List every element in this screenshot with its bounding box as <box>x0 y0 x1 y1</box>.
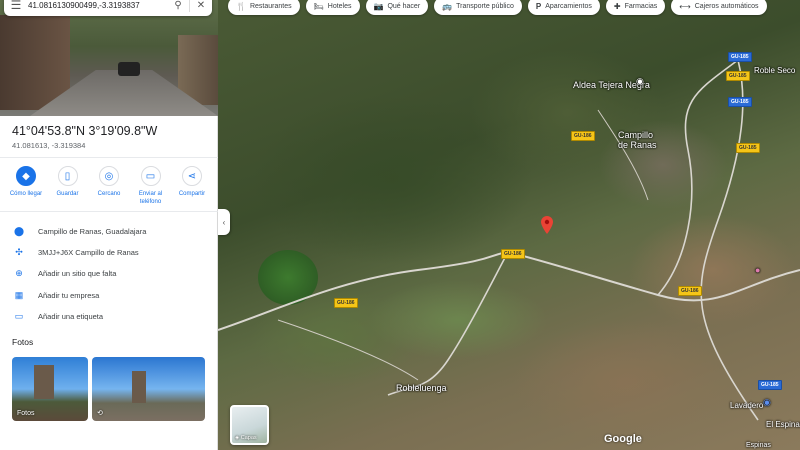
chip-aparcamientos[interactable]: P Aparcamientos <box>527 0 600 15</box>
info-add-label[interactable]: ▭ Añadir una etiqueta <box>12 308 103 324</box>
chip-restaurantes[interactable]: 🍴 Restaurantes <box>228 0 300 15</box>
map-label-robleluenga[interactable]: Robleluenga <box>396 383 447 393</box>
page-title: 41°04'53.8"N 3°19'09.8"W <box>12 124 158 138</box>
place-panel: ☰ 41.0816130900499,-3.3193837 ⚲ ✕ 41°04'… <box>0 0 218 450</box>
panorama-360-icon: ⟲ <box>97 410 103 417</box>
info-add-business[interactable]: ▦ Añadir tu empresa <box>12 287 100 303</box>
map-label-espinas[interactable]: Espinas <box>746 442 771 449</box>
action-buttons: ◆ Cómo llegar ▯ Guardar ◎ Cercano ▭ Envi… <box>6 166 212 206</box>
attraction-marker-icon[interactable]: ◉ <box>636 76 644 87</box>
chip-cajeros[interactable]: ⟷ Cajeros automáticos <box>671 0 767 15</box>
road-shield: GU-186 <box>678 286 702 296</box>
parking-icon: P <box>535 1 542 11</box>
google-logo: Google <box>604 433 642 445</box>
decimal-coordinates: 41.081613, -3.319384 <box>12 141 86 150</box>
camera-icon: 📷 <box>373 1 384 11</box>
send-to-phone-button[interactable]: ▭ Enviar al teléfono <box>131 166 171 206</box>
photo-thumbnail[interactable]: Fotos <box>12 357 88 421</box>
poi-marker-icon[interactable]: ◉ <box>763 397 771 408</box>
business-icon: ▦ <box>14 289 24 300</box>
layers-label: ◈ Capas <box>235 435 257 441</box>
nearby-icon: ◎ <box>99 166 119 186</box>
search-bar: ☰ 41.0816130900499,-3.3193837 ⚲ ✕ <box>4 0 212 16</box>
nearby-button[interactable]: ◎ Cercano <box>89 166 129 206</box>
close-icon[interactable]: ✕ <box>190 0 212 11</box>
road-shield: GU-185 <box>728 97 752 107</box>
plus-code-icon: ✣ <box>15 246 23 257</box>
road-shield: GU-186 <box>334 298 358 308</box>
chip-que-hacer[interactable]: 📷 Qué hacer <box>365 0 429 15</box>
bookmark-icon: ▯ <box>57 166 78 186</box>
road-shield: GU-185 <box>758 380 782 390</box>
hotel-icon: 🛏 <box>313 1 324 11</box>
road-shield: GU-185 <box>728 52 752 62</box>
road-shield: GU-186 <box>571 131 595 141</box>
hamburger-menu-icon[interactable]: ☰ <box>4 0 28 12</box>
pharmacy-icon: ✚ <box>613 1 621 11</box>
chip-transporte[interactable]: 🚌 Transporte público <box>434 0 522 15</box>
info-add-missing-place[interactable]: ⊕ Añadir un sitio que falta <box>12 265 116 281</box>
layers-icon: ◈ <box>235 435 240 441</box>
road-shield: GU-185 <box>726 71 750 81</box>
road-network <box>218 59 800 421</box>
search-input[interactable]: 41.0816130900499,-3.3193837 <box>28 1 167 10</box>
car <box>118 62 140 76</box>
add-place-icon: ⊕ <box>15 267 23 278</box>
restaurant-icon: 🍴 <box>236 1 246 11</box>
share-icon: ⋖ <box>182 166 202 186</box>
map-label-campillo[interactable]: Campillo de Ranas <box>618 130 658 150</box>
photo-thumbnail-360[interactable]: ⟲ <box>92 357 205 421</box>
phone-icon: ▭ <box>140 166 161 186</box>
location-pin-icon: ⬤ <box>13 225 25 236</box>
directions-button[interactable]: ◆ Cómo llegar <box>6 166 46 206</box>
collapse-panel-button[interactable]: ‹ <box>218 209 230 235</box>
map-label-el-espinar[interactable]: El Espinar <box>766 420 800 429</box>
layers-button[interactable]: ◈ Capas <box>230 405 269 445</box>
chip-farmacias[interactable]: ✚ Farmacias <box>605 0 666 15</box>
label-icon: ▭ <box>14 310 24 321</box>
photo-label: Fotos <box>17 410 35 417</box>
poi-marker-icon[interactable]: ● <box>755 265 760 275</box>
street-view-photo[interactable] <box>0 0 218 116</box>
map-label-lavadero[interactable]: Lavadero <box>730 401 763 410</box>
transit-icon: 🚌 <box>442 1 453 11</box>
chip-hoteles[interactable]: 🛏 Hoteles <box>305 0 360 15</box>
map-label-roble-seco[interactable]: Roble Seco <box>754 66 795 75</box>
share-button[interactable]: ⋖ Compartir <box>172 166 212 206</box>
search-icon[interactable]: ⚲ <box>167 0 189 11</box>
road-shield: GU-186 <box>501 249 525 259</box>
road-shield: GU-185 <box>736 143 760 153</box>
info-plus-code[interactable]: ✣ 3MJJ+J6X Campillo de Ranas <box>12 244 138 260</box>
directions-icon: ◆ <box>16 166 36 186</box>
chevron-left-icon: ‹ <box>222 217 226 227</box>
atm-icon: ⟷ <box>679 1 691 11</box>
location-pin-marker-icon[interactable] <box>541 216 553 234</box>
photos-heading: Fotos <box>12 337 34 347</box>
map-canvas[interactable]: Aldea Tejera Negra Campillo de Ranas Rob… <box>218 0 800 450</box>
category-chips: 🍴 Restaurantes 🛏 Hoteles 📷 Qué hacer 🚌 Trans… <box>228 0 767 15</box>
save-button[interactable]: ▯ Guardar <box>48 166 88 206</box>
info-address[interactable]: ⬤ Campillo de Ranas, Guadalajara <box>12 223 146 239</box>
